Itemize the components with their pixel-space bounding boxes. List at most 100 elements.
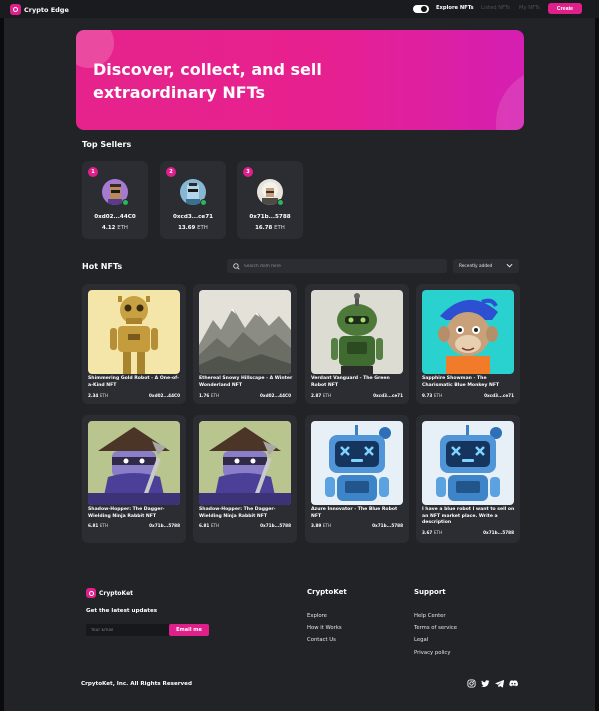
footer-logo[interactable]: CryptoKet (86, 588, 133, 598)
copyright: CrpytoKet, Inc. All Rights Reserved (81, 681, 192, 687)
nft-card[interactable]: Azure Innovator - The Blue Robot NFT 3.89… (305, 415, 409, 543)
chevron-down-icon (506, 263, 513, 268)
nft-owner: 0xd02...44C0 (259, 393, 291, 398)
nft-image (199, 421, 291, 505)
footer-col-support-title: Support (414, 588, 446, 596)
nft-image (199, 290, 291, 374)
theme-toggle[interactable] (413, 5, 429, 13)
nft-meta: 2.87 ETH 0xcd3...ce71 (311, 393, 403, 398)
brand-logo[interactable]: Crypto Edge (10, 4, 69, 15)
nft-owner: 0x71b...5788 (260, 523, 291, 528)
nft-image (88, 421, 180, 505)
seller-address: 0x71b...5788 (249, 214, 291, 220)
nft-card[interactable]: Shadow-Hopper: The Dagger-Wielding Ninja… (193, 415, 297, 543)
create-button[interactable]: Create (548, 3, 582, 14)
verified-icon (277, 199, 284, 206)
nft-card[interactable]: Ethereal Snowy Hillscape - A Winter Wond… (193, 284, 297, 404)
newsletter-title: Get the latest updates (86, 608, 158, 614)
nft-meta: 9.73 ETH 0xcd3...ce71 (422, 393, 514, 398)
nft-price: 6.81 ETH (88, 523, 109, 528)
seller-address: 0xcd3...ce71 (173, 214, 213, 220)
nft-price: 3.67 ETH (422, 530, 443, 535)
rank-badge: 2 (166, 167, 176, 177)
verified-icon (122, 199, 129, 206)
brand-icon (10, 4, 21, 15)
top-sellers-title: Top Sellers (82, 140, 132, 149)
footer-link-help-center[interactable]: Help Center (414, 613, 446, 619)
nft-owner: 0x71b...5788 (372, 523, 403, 528)
email-me-button[interactable]: Email me (169, 624, 209, 636)
nft-meta: 2.34 ETH 0xd02...44C0 (88, 393, 180, 398)
nav-link-my-nfts[interactable]: My NFTs (519, 5, 540, 11)
seller-volume: 4.12 ETH (102, 225, 128, 231)
nft-card[interactable]: Shadow-Hopper: The Dagger-Wielding Ninja… (82, 415, 186, 543)
hero-title: Discover, collect, and sell extraordinar… (93, 60, 322, 102)
nft-card[interactable]: Verdant Vanguard - The Green Robot NFT 2.… (305, 284, 409, 404)
brand-name: Crypto Edge (24, 5, 69, 14)
nft-image (422, 290, 514, 374)
footer-link-contact[interactable]: Contact Us (307, 637, 336, 643)
nft-meta: 6.81 ETH 0x71b...5788 (199, 523, 291, 528)
seller-volume: 16.78 ETH (255, 225, 285, 231)
footer-link-legal[interactable]: Legal (414, 637, 428, 643)
nft-name: Verdant Vanguard - The Green Robot NFT (311, 376, 390, 388)
discord-icon[interactable] (509, 679, 518, 688)
seller-volume: 13.69 ETH (178, 225, 208, 231)
nft-price: 6.81 ETH (199, 523, 220, 528)
footer-link-privacy[interactable]: Privacy policy (414, 650, 450, 656)
rank-badge: 3 (243, 167, 253, 177)
instagram-icon[interactable] (467, 679, 476, 688)
seller-address: 0xd02...44C0 (94, 214, 136, 220)
nft-meta: 6.81 ETH 0x71b...5788 (88, 523, 180, 528)
nft-name: Sapphire Showman - The Charismatic Blue … (422, 376, 500, 388)
nft-name: Azure Innovator - The Blue Robot NFT (311, 507, 398, 519)
search-bar[interactable] (227, 259, 447, 273)
moon-icon (421, 6, 427, 12)
sort-selected: Recently added (459, 263, 493, 269)
brand-icon (86, 588, 96, 598)
email-field[interactable] (86, 624, 169, 636)
nav-link-explore[interactable]: Explore NFTs (436, 5, 474, 11)
seller-card[interactable]: 3 0x71b...5788 16.78 ETH (237, 161, 303, 239)
seller-card[interactable]: 1 0xd02...44C0 4.12 ETH (82, 161, 148, 239)
nft-meta: 3.67 ETH 0x71b...5788 (422, 530, 514, 535)
nft-name: Shadow-Hopper: The Dagger-Wielding Ninja… (88, 507, 165, 519)
footer-col-cryptoket-title: CryptoKet (307, 588, 347, 596)
nft-meta: 1.76 ETH 0xd02...44C0 (199, 393, 291, 398)
footer-link-how-it-works[interactable]: How it Works (307, 625, 342, 631)
hero-banner: Discover, collect, and sell extraordinar… (76, 30, 524, 130)
rank-badge: 1 (88, 167, 98, 177)
nft-owner: 0xcd3...ce71 (373, 393, 403, 398)
nft-card[interactable]: I have a blue robot I want to sell on an… (416, 415, 520, 543)
nft-card[interactable]: Sapphire Showman - The Charismatic Blue … (416, 284, 520, 404)
hot-nfts-title: Hot NFTs (82, 262, 123, 271)
telegram-icon[interactable] (495, 679, 504, 688)
nav-link-listed[interactable]: Listed NFTs (481, 5, 510, 11)
verified-icon (200, 199, 207, 206)
nft-meta: 3.89 ETH 0x71b...5788 (311, 523, 403, 528)
hero-decor-circle (496, 68, 524, 130)
footer-link-terms[interactable]: Terms of service (414, 625, 457, 631)
nft-name: I have a blue robot I want to sell on an… (422, 507, 515, 526)
nft-card[interactable]: Shimmering Gold Robot - A One-of-a-Kind … (82, 284, 186, 404)
sort-dropdown[interactable]: Recently added (453, 259, 519, 273)
nft-name: Shimmering Gold Robot - A One-of-a-Kind … (88, 376, 180, 388)
seller-card[interactable]: 2 0xcd3...ce71 13.69 ETH (160, 161, 226, 239)
nft-price: 3.89 ETH (311, 523, 332, 528)
newsletter-form: Email me (86, 624, 209, 636)
twitter-icon[interactable] (481, 679, 490, 688)
nft-name: Shadow-Hopper: The Dagger-Wielding Ninja… (199, 507, 276, 519)
nft-price: 1.76 ETH (199, 393, 220, 398)
nft-image (88, 290, 180, 374)
nft-owner: 0x71b...5788 (149, 523, 180, 528)
footer-link-explore[interactable]: Explore (307, 613, 327, 619)
nft-owner: 0x71b...5788 (483, 530, 514, 535)
nft-owner: 0xcd3...ce71 (484, 393, 514, 398)
nft-price: 2.34 ETH (88, 393, 109, 398)
nft-image (311, 421, 403, 505)
nft-price: 9.73 ETH (422, 393, 443, 398)
search-input[interactable] (244, 263, 424, 269)
search-icon (233, 262, 240, 270)
footer-brand: CryptoKet (99, 589, 134, 597)
nft-owner: 0xd02...44C0 (148, 393, 180, 398)
